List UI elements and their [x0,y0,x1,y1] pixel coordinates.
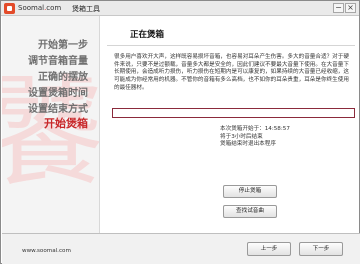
previous-button[interactable]: 上一步 [247,242,291,256]
window-title: 煲箱工具 [72,5,100,13]
brand-domain: com [46,4,62,12]
brand-name: Soomal [18,4,45,12]
step-1: 开始第一步 [38,40,88,51]
step-sidebar: 饕 开始第一步 调节音箱音量 正确的摆放 设置煲箱时间 设置结束方式 开始煲箱 [2,16,99,233]
status-info: 本次煲箱开始于：14:58:57 将于3小时后结束 煲箱结束时退出本程序 [220,126,290,149]
step-6-current: 开始煲箱 [44,117,88,130]
title-divider [107,45,355,46]
status-exit-mode: 煲箱结束时退出本程序 [220,141,276,147]
find-test-track-button[interactable]: 查找试音曲 [223,205,277,218]
brand-logo: Soomal.com [18,4,61,12]
step-4: 设置煲箱时间 [28,88,88,99]
app-logo-icon [4,3,15,14]
status-start-time: 本次煲箱开始于：14:58:57 [220,126,290,132]
app-window: Soomal.com 煲箱工具 − × 饕 开始第一步 调节音箱音量 正确的摆放… [0,0,360,264]
progress-bar [112,108,355,118]
step-2: 调节音箱音量 [28,56,88,67]
next-button[interactable]: 下一步 [299,242,343,256]
minimize-button[interactable]: − [333,3,344,13]
stop-button[interactable]: 停止煲箱 [223,185,277,198]
panel-divider [99,16,100,233]
step-3: 正确的摆放 [38,72,88,83]
title-bar: Soomal.com 煲箱工具 − × [1,1,359,16]
description-text: 很多用户喜欢开大声，这样既容易损坏音箱，也容易对耳朵产生伤害。多大的音量合适？对… [114,54,349,91]
step-5: 设置结束方式 [28,104,88,115]
close-button[interactable]: × [345,3,356,13]
site-url: www.soomal.com [22,248,71,254]
page-title: 正在煲箱 [130,30,165,40]
status-duration: 将于3小时后结束 [220,133,263,140]
